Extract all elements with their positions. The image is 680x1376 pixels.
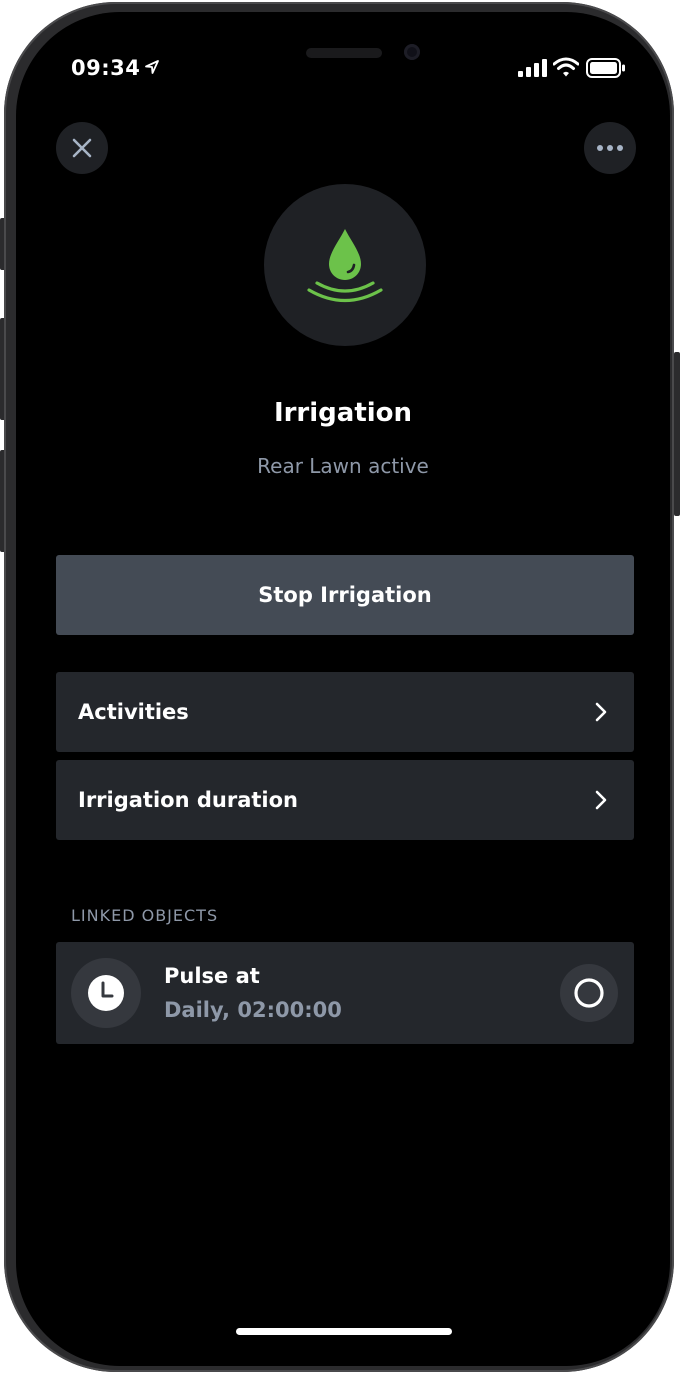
more-horizontal-icon	[597, 145, 623, 151]
activities-label: Activities	[78, 700, 189, 724]
location-arrow-icon	[145, 60, 159, 74]
stop-irrigation-button[interactable]: Stop Irrigation	[56, 555, 634, 635]
linked-object-item[interactable]: Pulse at Daily, 02:00:00	[56, 942, 634, 1044]
front-camera	[404, 44, 420, 60]
page-title: Irrigation	[273, 398, 413, 428]
phone-frame: 09:34 Irrigation Rear Lawn active Stop I…	[4, 2, 674, 1372]
water-drop-icon	[307, 229, 383, 302]
activities-row[interactable]: Activities	[56, 672, 634, 752]
linked-objects-header: LINKED OBJECTS	[71, 906, 219, 925]
linked-object-schedule: Daily, 02:00:00	[164, 998, 342, 1022]
clock-icon	[88, 975, 124, 1011]
app-screen: 09:34 Irrigation Rear Lawn active Stop I…	[16, 12, 670, 1366]
earpiece-speaker	[306, 48, 382, 58]
chevron-right-icon	[595, 790, 607, 810]
home-indicator[interactable]	[236, 1328, 452, 1335]
irrigation-duration-row[interactable]: Irrigation duration	[56, 760, 634, 840]
circle-toggle-icon	[574, 978, 604, 1008]
linked-object-toggle[interactable]	[560, 964, 618, 1022]
irrigation-icon-container	[264, 184, 426, 346]
irrigation-duration-label: Irrigation duration	[78, 788, 298, 812]
clock-icon-container	[71, 958, 141, 1028]
status-time: 09:34	[71, 56, 141, 80]
chevron-right-icon	[595, 702, 607, 722]
close-icon	[72, 138, 92, 158]
linked-object-title: Pulse at	[164, 964, 260, 988]
wifi-icon	[553, 57, 579, 77]
battery-icon	[586, 58, 625, 78]
cellular-signal-icon	[518, 59, 547, 77]
close-button[interactable]	[56, 122, 108, 174]
status-subtitle: Rear Lawn active	[257, 454, 429, 478]
more-options-button[interactable]	[584, 122, 636, 174]
power-button	[674, 352, 680, 516]
